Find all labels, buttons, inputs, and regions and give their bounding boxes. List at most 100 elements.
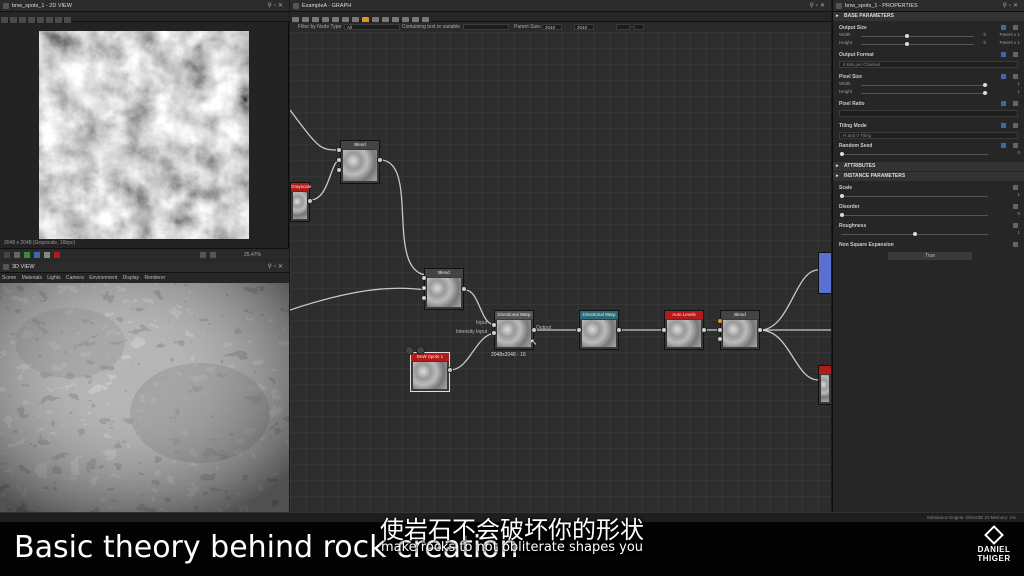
link-icon[interactable]: [1001, 143, 1006, 148]
node-title: Blend: [721, 311, 759, 319]
reset-icon[interactable]: [1013, 101, 1018, 106]
tiling-mode-select[interactable]: H and V Tiling: [839, 132, 1018, 139]
graph-node-offscreen[interactable]: [818, 365, 831, 405]
pixel-height-slider[interactable]: Height 1: [833, 89, 1024, 97]
panel-controls[interactable]: ⚲▫✕: [267, 0, 285, 12]
menu-display[interactable]: Display: [123, 275, 139, 281]
node-output-pin[interactable]: [447, 367, 453, 373]
tool-icon[interactable]: [37, 17, 44, 23]
reset-icon[interactable]: [1013, 223, 1018, 228]
graph-node-bnw-spots[interactable]: BnW Spots 1: [410, 352, 450, 392]
link-icon[interactable]: [1001, 101, 1006, 106]
pin-label-intensity: Intensity Input: [456, 329, 488, 335]
graph-node-directional-warp[interactable]: Directional Warp: [579, 310, 619, 350]
properties-titlebar: bnw_spots_1 - PROPERTIES ⚲▫✕: [833, 0, 1024, 12]
channel-alpha-icon[interactable]: [44, 252, 50, 258]
link-icon[interactable]: [1001, 123, 1006, 128]
reset-icon[interactable]: [1013, 52, 1018, 57]
node-output-pin[interactable]: [307, 198, 313, 204]
graph-node-blend[interactable]: Blend: [720, 310, 760, 350]
roughness-slider[interactable]: 1: [833, 230, 1024, 238]
tool-icon[interactable]: [1, 17, 8, 23]
tool-icon[interactable]: [64, 17, 71, 23]
panel-icon: [3, 264, 9, 270]
section-instance-parameters[interactable]: INSTANCE PARAMETERS: [833, 172, 1024, 181]
reset-icon[interactable]: [1013, 204, 1018, 209]
menu-lights[interactable]: Lights: [47, 275, 60, 281]
menu-environment[interactable]: Environment: [89, 275, 117, 281]
channel-blue-icon[interactable]: [34, 252, 40, 258]
node-output-pin[interactable]: [757, 327, 763, 333]
node-input-pin[interactable]: [421, 285, 427, 291]
section-attributes[interactable]: ATTRIBUTES: [833, 162, 1024, 171]
menu-camera[interactable]: Camera: [66, 275, 84, 281]
node-output-pin[interactable]: [701, 327, 707, 333]
panel-controls[interactable]: ⚲▫✕: [1002, 0, 1020, 12]
node-input-pin[interactable]: [336, 157, 342, 163]
channel-red-icon[interactable]: [54, 252, 60, 258]
link-icon[interactable]: [1001, 52, 1006, 57]
channel-icon[interactable]: [4, 252, 10, 258]
node-input-pin[interactable]: [336, 147, 342, 153]
node-input-pin[interactable]: [421, 295, 427, 301]
rock-3d-viewport[interactable]: [0, 283, 289, 512]
tool-icon[interactable]: [10, 17, 17, 23]
panel-controls[interactable]: ⚲▫✕: [267, 261, 285, 273]
graph-node-directional-warp[interactable]: Directional Warp: [494, 310, 534, 350]
node-input-pin[interactable]: [491, 330, 497, 336]
channel-icon[interactable]: [14, 252, 20, 258]
node-output-pin[interactable]: [377, 157, 383, 163]
zoom-level[interactable]: 25.47%: [244, 252, 261, 258]
node-input-pin[interactable]: [421, 275, 427, 281]
node-input-pin[interactable]: [717, 336, 723, 342]
reset-icon[interactable]: [1013, 185, 1018, 190]
link-icon[interactable]: [1001, 74, 1006, 79]
menu-renderer[interactable]: Renderer: [144, 275, 165, 281]
node-input-pin-active[interactable]: [717, 318, 723, 324]
view-2d-toolbar: [0, 12, 289, 23]
menu-scene[interactable]: Scene: [2, 275, 16, 281]
fit-icon[interactable]: [200, 252, 206, 258]
menu-materials[interactable]: Materials: [22, 275, 42, 281]
node-output-pin[interactable]: [461, 286, 467, 292]
node-input-pin[interactable]: [576, 327, 582, 333]
scale-slider[interactable]: 1: [833, 192, 1024, 200]
section-base-parameters[interactable]: BASE PARAMETERS: [833, 12, 1024, 21]
graph-node-offscreen[interactable]: [818, 252, 831, 294]
node-input-pin[interactable]: [336, 167, 342, 173]
node-input-pin[interactable]: [491, 322, 497, 328]
channel-green-icon[interactable]: [24, 252, 30, 258]
tool-icon[interactable]: [28, 17, 35, 23]
node-input-pin[interactable]: [717, 327, 723, 333]
disorder-slider[interactable]: 0: [833, 211, 1024, 219]
graph-node-auto-levels[interactable]: Auto Levels: [664, 310, 704, 350]
node-input-pin[interactable]: [661, 327, 667, 333]
graph-node-blend[interactable]: Blend: [340, 140, 380, 184]
properties-title: bnw_spots_1 - PROPERTIES: [845, 3, 918, 9]
node-title: Directional Warp: [580, 311, 618, 319]
tool-icon[interactable]: [46, 17, 53, 23]
graph-panel[interactable]: ExampleA - GRAPH ⚲▫✕ Filter by Node Type…: [290, 0, 831, 512]
pixel-width-slider[interactable]: Width 1: [833, 81, 1024, 89]
wire: [290, 287, 427, 311]
reset-icon[interactable]: [1013, 242, 1018, 247]
output-height-slider[interactable]: Height 0 Parent x 1: [833, 40, 1024, 48]
node-settings-icon[interactable]: [405, 346, 414, 355]
node-output-pin[interactable]: [616, 327, 622, 333]
random-seed-slider[interactable]: 0: [833, 150, 1024, 158]
texture-preview[interactable]: [39, 31, 249, 239]
output-format-select[interactable]: 8 Bits per Channel: [839, 61, 1018, 68]
reset-icon[interactable]: [1013, 123, 1018, 128]
reset-icon[interactable]: [1013, 74, 1018, 79]
node-expose-icon[interactable]: [416, 346, 425, 355]
tool-icon[interactable]: [19, 17, 26, 23]
tool-icon[interactable]: [55, 17, 62, 23]
link-icon[interactable]: [1001, 25, 1006, 30]
non-square-toggle[interactable]: True: [888, 252, 972, 260]
graph-node-blend[interactable]: Blend: [424, 268, 464, 310]
pixel-ratio-select[interactable]: [839, 110, 1018, 117]
grid-icon[interactable]: [210, 252, 216, 258]
output-width-slider[interactable]: Width 0 Parent x 1: [833, 32, 1024, 40]
reset-icon[interactable]: [1013, 143, 1018, 148]
reset-icon[interactable]: [1013, 25, 1018, 30]
